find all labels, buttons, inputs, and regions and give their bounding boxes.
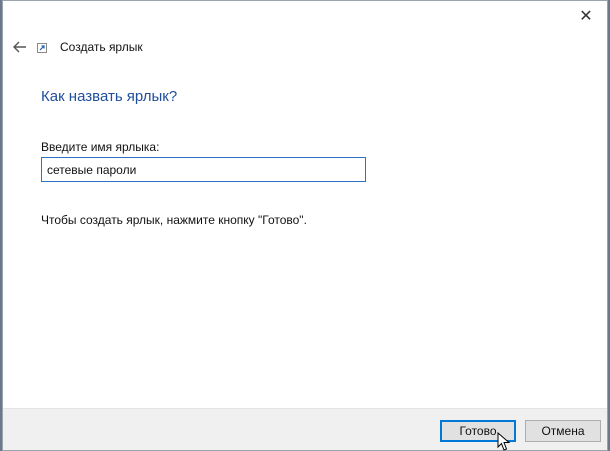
page-heading: Как назвать ярлык? <box>41 88 178 105</box>
close-button[interactable]: ✕ <box>571 3 601 29</box>
arrow-left-icon <box>13 41 26 53</box>
cancel-button[interactable]: Отмена <box>525 420 601 442</box>
mouse-pointer-icon <box>497 432 511 451</box>
shortcut-name-input[interactable] <box>41 157 366 182</box>
shortcut-name-label: Введите имя ярлыка: <box>41 140 160 154</box>
create-shortcut-window: ✕ Создать ярлык Как назвать ярлык? Введи… <box>2 0 608 451</box>
shortcut-icon <box>37 43 47 53</box>
wizard-title: Создать ярлык <box>60 40 143 54</box>
close-icon: ✕ <box>579 8 593 25</box>
footer-bar: Готово Отмена <box>3 408 607 450</box>
finish-hint: Чтобы создать ярлык, нажмите кнопку "Гот… <box>41 213 307 227</box>
back-button[interactable] <box>9 37 31 57</box>
